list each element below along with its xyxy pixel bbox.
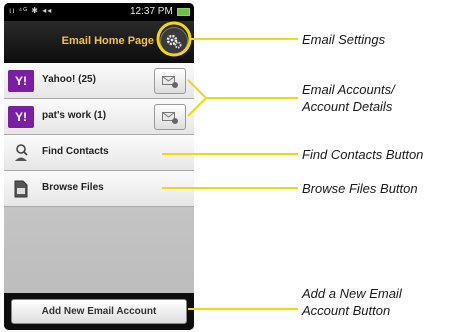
callout-email-settings: Email Settings <box>302 32 386 47</box>
callout-find-contacts: Find Contacts Button <box>302 147 424 162</box>
settings-highlight-ring <box>156 21 192 57</box>
callout-accounts-line1: Email Accounts/ <box>302 82 395 97</box>
callout-accounts-line2: Account Details <box>302 99 393 114</box>
callout-add-line2: Account Button <box>302 303 391 318</box>
callout-lines <box>156 21 298 310</box>
accounts-callout-bracket <box>187 79 208 117</box>
callout-browse-files: Browse Files Button <box>302 181 418 196</box>
callout-add-line1: Add a New Email <box>302 286 402 301</box>
